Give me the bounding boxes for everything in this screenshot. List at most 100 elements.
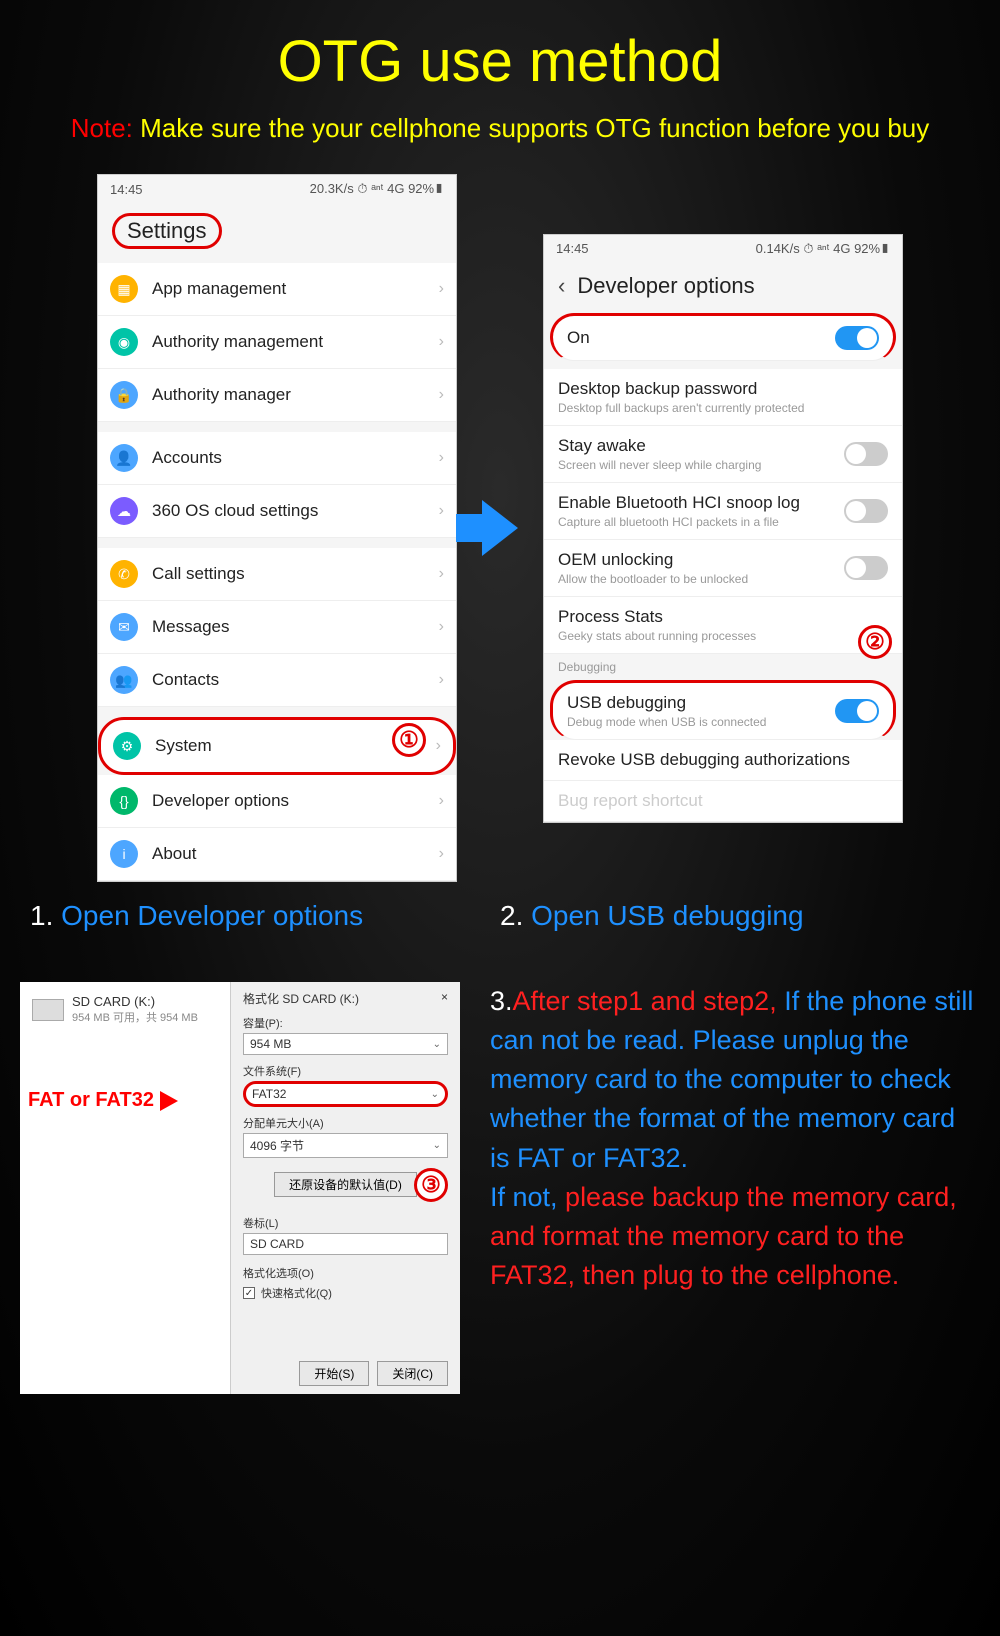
chevron-right-icon: ›	[439, 671, 444, 689]
item-label: Authority manager	[152, 385, 291, 405]
toggle-on-icon[interactable]	[835, 326, 879, 350]
alloc-select[interactable]: 4096 字节 ⌄	[243, 1133, 448, 1158]
page-title: OTG use method	[0, 0, 1000, 95]
alloc-label: 分配单元大小(A)	[243, 1115, 448, 1131]
capacity-select[interactable]: 954 MB⌄	[243, 1033, 448, 1055]
item-label: Stay awake	[558, 436, 844, 456]
item-authority-management[interactable]: ◉ Authority management ›	[98, 316, 456, 369]
dev-revoke-auth[interactable]: Revoke USB debugging authorizations	[544, 740, 902, 781]
lock-icon: 🔒	[110, 381, 138, 409]
step-badge-2: ②	[858, 625, 892, 659]
section-debugging: Debugging	[544, 654, 902, 680]
dev-process-stats[interactable]: Process Stats Geeky stats about running p…	[544, 597, 902, 654]
dev-header: ‹ Developer options	[544, 263, 902, 313]
chevron-right-icon: ›	[439, 449, 444, 467]
chevron-right-icon: ›	[439, 845, 444, 863]
item-label: Developer options	[152, 791, 289, 811]
fat-label-text: FAT or FAT32	[28, 1089, 154, 1112]
settings-title: Settings	[112, 213, 222, 249]
item-developer-options[interactable]: {}Developer options›	[98, 775, 456, 828]
dialog-title: 格式化 SD CARD (K:)	[243, 990, 359, 1007]
dev-stay-awake[interactable]: Stay awake Screen will never sleep while …	[544, 426, 902, 483]
info-icon: i	[110, 840, 138, 868]
message-icon: ✉	[110, 613, 138, 641]
step3-red1: After step1 and step2,	[513, 986, 777, 1016]
chevron-right-icon: ›	[439, 333, 444, 351]
arrow-right	[467, 500, 533, 556]
close-icon[interactable]: ×	[441, 990, 448, 1007]
sd-name: SD CARD (K:)	[72, 994, 198, 1009]
item-app-management[interactable]: ▦App management›	[98, 263, 456, 316]
alloc-value: 4096 字节	[250, 1137, 304, 1154]
chevron-down-icon: ⌄	[433, 1140, 441, 1151]
item-call-settings[interactable]: ✆Call settings›	[98, 548, 456, 601]
contacts-icon: 👥	[110, 666, 138, 694]
item-accounts[interactable]: 👤Accounts›	[98, 432, 456, 485]
status-right: 20.3K/s ⏱ ᵃⁿᵗ 4G 92%▮	[310, 181, 444, 197]
restore-defaults-button[interactable]: 还原设备的默认值(D)	[274, 1172, 417, 1197]
caption-2-text: Open USB debugging	[531, 900, 803, 931]
filesystem-select[interactable]: FAT32⌄	[243, 1081, 448, 1107]
item-label: Enable Bluetooth HCI snoop log	[558, 493, 844, 513]
item-label: Authority management	[152, 332, 323, 352]
dev-title: Developer options	[577, 273, 754, 299]
item-label: Desktop backup password	[558, 379, 888, 399]
capacity-label: 容量(P):	[243, 1015, 448, 1031]
phone-icon: ✆	[110, 560, 138, 588]
caption-2: 2. Open USB debugging	[500, 900, 970, 932]
item-label: About	[152, 844, 196, 864]
item-label: App management	[152, 279, 286, 299]
status-right: 0.14K/s ⏱ ᵃⁿᵗ 4G 92%▮	[756, 241, 890, 257]
quick-format-checkbox[interactable]: ✓ 快速格式化(Q)	[243, 1285, 448, 1301]
item-sublabel: Geeky stats about running processes	[558, 629, 888, 643]
sd-sub: 954 MB 可用，共 954 MB	[72, 1009, 198, 1025]
chevron-right-icon: ›	[439, 280, 444, 298]
caption-1: 1. Open Developer options	[30, 900, 500, 932]
start-button[interactable]: 开始(S)	[299, 1361, 369, 1386]
toggle-off-icon[interactable]	[844, 499, 888, 523]
cloud-icon: ☁	[110, 497, 138, 525]
checkbox-icon: ✓	[243, 1287, 255, 1299]
item-label: OEM unlocking	[558, 550, 844, 570]
dev-bug-shortcut[interactable]: Bug report shortcut	[544, 781, 902, 822]
note-line: Note: Make sure the your cellphone suppo…	[0, 113, 1000, 144]
dev-on-toggle[interactable]: On	[550, 313, 896, 361]
caption-2-num: 2.	[500, 900, 523, 931]
note-label: Note:	[71, 113, 133, 143]
item-label: Messages	[152, 617, 229, 637]
dev-bt-snoop[interactable]: Enable Bluetooth HCI snoop log Capture al…	[544, 483, 902, 540]
item-label: Process Stats	[558, 607, 888, 627]
item-contacts[interactable]: 👥Contacts›	[98, 654, 456, 707]
step-badge-3: ③	[414, 1168, 448, 1202]
sd-card-entry[interactable]: SD CARD (K:) 954 MB 可用，共 954 MB	[28, 990, 222, 1029]
dev-oem-unlock[interactable]: OEM unlocking Allow the bootloader to be …	[544, 540, 902, 597]
item-sublabel: Allow the bootloader to be unlocked	[558, 572, 844, 586]
filesystem-value: FAT32	[252, 1087, 286, 1101]
item-messages[interactable]: ✉Messages›	[98, 601, 456, 654]
shield-icon: ◉	[110, 328, 138, 356]
screenshots-row-2: SD CARD (K:) 954 MB 可用，共 954 MB FAT or F…	[0, 982, 1000, 1394]
step3-blue2: If not,	[490, 1182, 565, 1212]
item-authority-manager[interactable]: 🔒Authority manager›	[98, 369, 456, 422]
caption-1-num: 1.	[30, 900, 53, 931]
toggle-on-icon[interactable]	[835, 699, 879, 723]
volume-input[interactable]: SD CARD	[243, 1233, 448, 1255]
close-button[interactable]: 关闭(C)	[377, 1361, 448, 1386]
item-sublabel: Screen will never sleep while charging	[558, 458, 844, 472]
dev-usb-debugging[interactable]: USB debuggingDebug mode when USB is conn…	[550, 680, 896, 740]
status-bar: 14:45 0.14K/s ⏱ ᵃⁿᵗ 4G 92%▮	[544, 235, 902, 263]
dev-backup-password[interactable]: Desktop backup passwordDesktop full back…	[544, 369, 902, 426]
chevron-down-icon: ⌄	[433, 1039, 441, 1050]
item-sublabel: Capture all bluetooth HCI packets in a f…	[558, 515, 844, 529]
step3-instructions: 3.After step1 and step2, If the phone st…	[490, 982, 980, 1394]
toggle-off-icon[interactable]	[844, 442, 888, 466]
item-label: Bug report shortcut	[558, 791, 888, 811]
item-about[interactable]: i About ›	[98, 828, 456, 881]
status-bar: 14:45 20.3K/s ⏱ ᵃⁿᵗ 4G 92%▮	[98, 175, 456, 203]
format-dialog: SD CARD (K:) 954 MB 可用，共 954 MB FAT or F…	[20, 982, 460, 1394]
toggle-off-icon[interactable]	[844, 556, 888, 580]
settings-list: ▦App management› ◉Authority management› …	[98, 263, 456, 881]
screenshots-row-1: 14:45 20.3K/s ⏱ ᵃⁿᵗ 4G 92%▮ Settings ▦Ap…	[0, 174, 1000, 882]
back-icon[interactable]: ‹	[558, 273, 565, 299]
item-cloud-settings[interactable]: ☁360 OS cloud settings›	[98, 485, 456, 538]
